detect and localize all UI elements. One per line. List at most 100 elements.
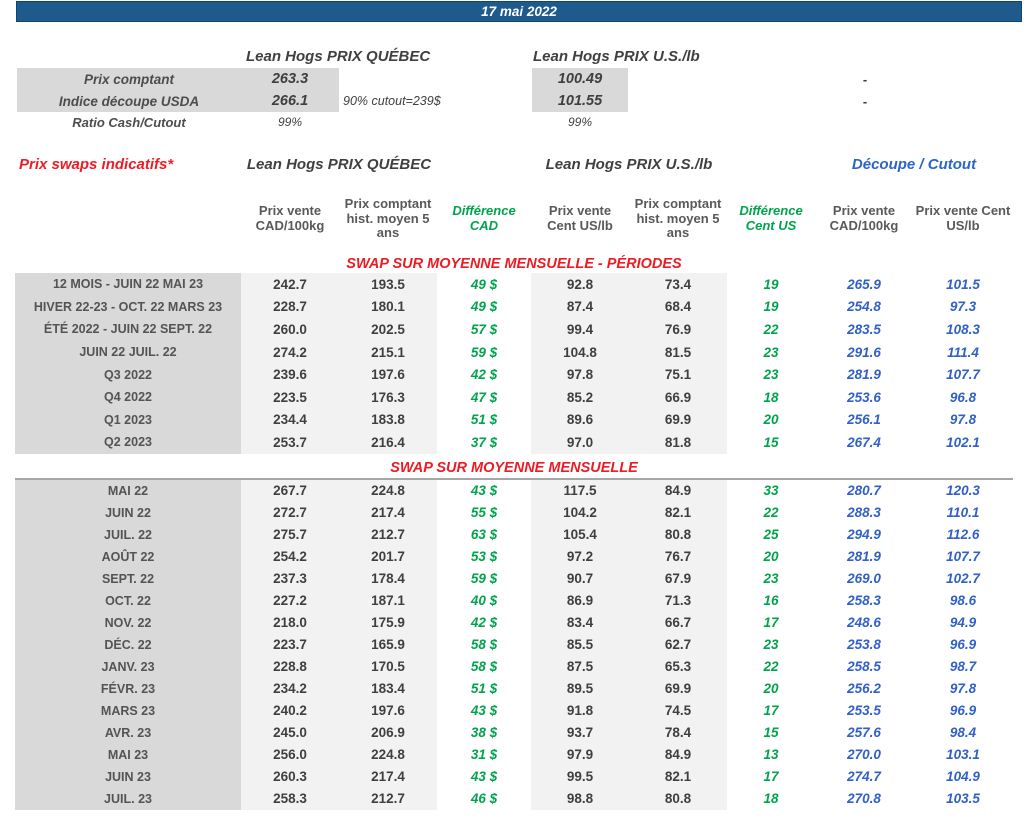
row-label: JUIN 22 [15,501,241,524]
cell-hist-us: 78.4 [629,721,727,744]
cell-cutout-us: 97.8 [949,412,977,428]
cell-difference-cad: 46 $ [470,791,498,807]
table-row: JUIN 22 272.7 217.4 55 $ 104.2 82.1 22 288.3 110… [15,501,1013,524]
table-row: Q1 2023 234.4 183.8 51 $ 89.6 69.9 20 256.1 97.8 [15,408,1013,432]
row-label: JANV. 23 [15,655,241,678]
dash-placeholder: - [862,72,868,87]
cell-prix-vente-cad: 260.3 [241,765,339,788]
cell-cutout-cad: 248.6 [847,615,881,631]
cell-difference-us: 17 [763,769,779,785]
cell-hist-us: 84.9 [629,479,727,502]
cell-cutout-us: 98.6 [949,593,977,609]
cell-hist-us: 81.5 [629,340,727,364]
table-row: JUIL. 23 258.3 212.7 46 $ 98.8 80.8 18 270.8 103… [15,787,1013,810]
cell-difference-us: 15 [763,725,779,741]
cell-difference-cad: 42 $ [470,367,498,383]
cell-hist-cad: 212.7 [339,787,437,810]
cell-prix-vente-cad: 228.8 [241,655,339,678]
cell-cutout-cad: 270.8 [847,791,881,807]
table-row: SEPT. 22 237.3 178.4 59 $ 90.7 67.9 23 269.0 102… [15,567,1013,590]
cell-prix-vente-cad: 240.2 [241,699,339,722]
cell-cutout-cad: 258.5 [847,659,881,675]
cell-difference-cad: 53 $ [470,549,498,565]
group-header-cutout: Découpe / Cutout [851,155,977,173]
row-label: AOÛT 22 [15,545,241,568]
column-header-difference-cad: Différence CAD [452,203,516,233]
cell-hist-cad: 187.1 [339,589,437,612]
row-label: HIVER 22-23 - OCT. 22 MARS 23 [15,295,241,319]
cell-cutout-us: 101.5 [946,276,980,292]
table-row: AOÛT 22 254.2 201.7 53 $ 97.2 76.7 20 281.9 107.… [15,545,1013,568]
cell-difference-us: 18 [763,389,779,405]
cell-difference-us: 20 [763,549,779,565]
column-header-difference-us: Différence Cent US [739,203,803,233]
row-label: Q3 2022 [15,363,241,386]
row-label: Q4 2022 [15,385,241,409]
cell-difference-us: 23 [763,367,779,383]
cell-hist-us: 82.1 [629,765,727,788]
cell-prix-vente-cad: 253.7 [241,431,339,454]
summary-row-label: Prix comptant [83,71,175,87]
cell-prix-vente-cad: 218.0 [241,611,339,634]
cell-hist-cad: 183.8 [339,408,437,432]
cell-prix-vente-us: 105.4 [531,523,629,546]
table-row: 12 MOIS - JUIN 22 MAI 23 242.7 193.5 49 $ 92… [15,273,1013,296]
table-mensuelle: MAI 22 267.7 224.8 43 $117.5 84.9 33 280.7 120.… [15,479,1013,810]
row-label: 12 MOIS - JUIN 22 MAI 23 [15,273,241,296]
cell-prix-vente-cad: 223.5 [241,385,339,409]
cell-cutout-cad: 280.7 [847,483,881,499]
table-row: Q2 2023 253.7 216.4 37 $ 97.0 81.8 15 267.4 102.… [15,431,1013,454]
cell-hist-us: 67.9 [629,567,727,590]
cell-difference-cad: 43 $ [470,769,498,785]
row-label: Q2 2023 [15,431,241,454]
cell-prix-vente-us: 97.8 [531,363,629,386]
cell-hist-us: 76.7 [629,545,727,568]
cell-hist-cad: 176.3 [339,385,437,409]
cell-hist-cad: 193.5 [339,273,437,296]
table-row: FÉVR. 23 234.2 183.4 51 $ 89.5 69.9 20 256.2 97.… [15,677,1013,700]
cell-prix-vente-cad: 227.2 [241,589,339,612]
cell-hist-cad: 217.4 [339,501,437,524]
table-row: JUIN 22 JUIL. 22 274.2 215.1 59 $ 104.8 81.5 2… [15,340,1013,364]
cell-difference-us: 18 [763,791,779,807]
cell-cutout-cad: 258.3 [847,593,881,609]
cell-hist-us: 69.9 [629,677,727,700]
table-row: OCT. 22 227.2 187.1 40 $ 86.9 71.3 16 258.3 98.6 [15,589,1013,612]
cell-hist-cad: 178.4 [339,567,437,590]
cell-hist-cad: 180.1 [339,295,437,319]
table-row: Q3 2022 239.6 197.6 42 $ 97.8 75.1 23 281.9 107.… [15,363,1013,386]
row-label: JUIL. 23 [15,787,241,810]
cell-difference-cad: 63 $ [470,527,498,543]
cell-hist-us: 71.3 [629,589,727,612]
cell-cutout-us: 110.1 [946,505,980,521]
cell-difference-us: 16 [763,593,779,609]
cell-cutout-cad: 281.9 [847,549,881,565]
row-label: FÉVR. 23 [15,677,241,700]
cell-hist-us: 69.9 [629,408,727,432]
cell-difference-cad: 51 $ [470,412,498,428]
date-banner: 17 mai 2022 [16,1,1022,22]
cell-prix-vente-us: 104.2 [531,501,629,524]
cell-difference-cad: 40 $ [470,593,498,609]
summary-row-value: 266.1 [271,93,309,109]
cell-difference-us: 15 [763,434,779,450]
cell-hist-cad: 183.4 [339,677,437,700]
cell-hist-cad: 217.4 [339,765,437,788]
ratio-label: Ratio Cash/Cutout [72,114,186,130]
cell-cutout-cad: 253.8 [847,637,881,653]
cell-hist-us: 66.7 [629,611,727,634]
cell-cutout-cad: 288.3 [847,505,881,521]
cell-hist-cad: 202.5 [339,318,437,341]
cell-cutout-cad: 283.5 [847,321,881,337]
cell-prix-vente-us: 97.2 [531,545,629,568]
cell-prix-vente-us: 99.5 [531,765,629,788]
summary-row-value: 101.55 [557,93,603,109]
cell-cutout-us: 102.7 [946,571,980,587]
cell-hist-us: 65.3 [629,655,727,678]
cell-difference-us: 22 [763,659,779,675]
swaps-title: Prix swaps indicatifs* [19,155,174,173]
table-row: MAI 22 267.7 224.8 43 $ 117.5 84.9 33 280.7 120.… [15,479,1013,502]
cell-hist-us: 82.1 [629,501,727,524]
cell-cutout-cad: 256.1 [847,412,881,428]
cell-prix-vente-cad: 245.0 [241,721,339,744]
